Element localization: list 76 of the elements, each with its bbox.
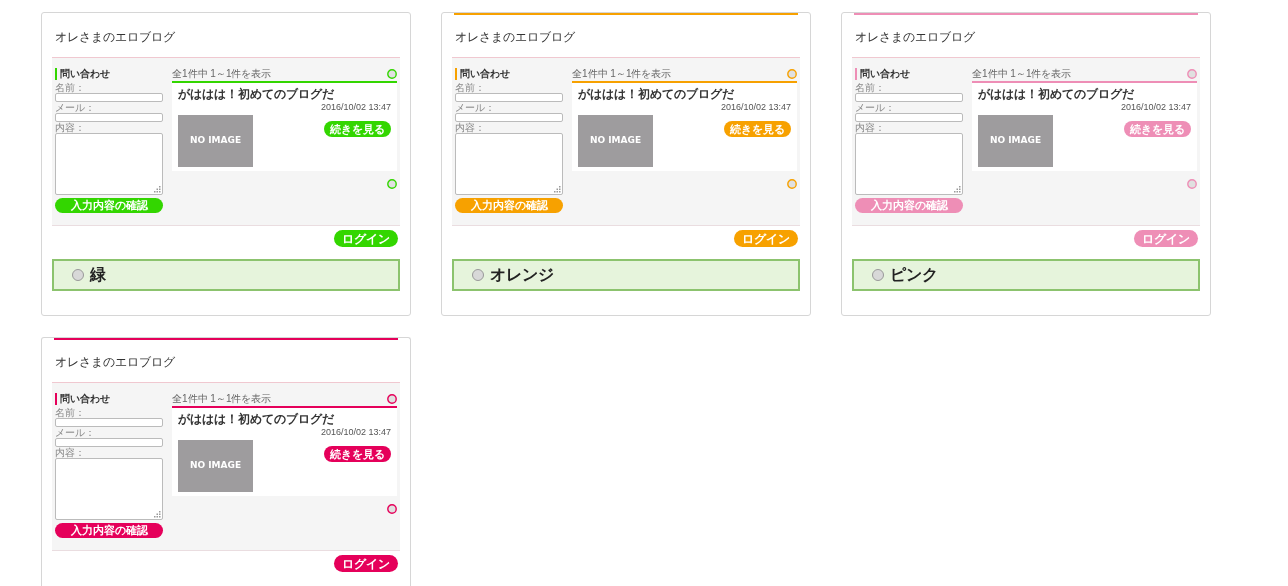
no-image-placeholder: NO IMAGE bbox=[178, 115, 253, 167]
textarea-field[interactable] bbox=[55, 133, 163, 195]
post-date: 2016/10/02 13:47 bbox=[1120, 102, 1191, 113]
input-field[interactable] bbox=[55, 418, 163, 427]
post-date: 2016/10/02 13:47 bbox=[320, 427, 391, 438]
textarea-field[interactable] bbox=[455, 133, 563, 195]
page-circle-icon[interactable] bbox=[787, 179, 797, 189]
no-image-placeholder: NO IMAGE bbox=[978, 115, 1053, 167]
field-label: メール： bbox=[55, 427, 96, 438]
page-circle-icon[interactable] bbox=[387, 179, 397, 189]
theme-card[interactable]: オレさまのエロブログ 問い合わせ 名前： メール： 内容： 入力内容の確認 全1件中 1～1件を表示 がははは！初めてのブログだ 2016/10/02 13:47 NO IMAGE 続きを見る ログイン 緑 bbox=[41, 12, 411, 316]
radio-button[interactable] bbox=[472, 269, 484, 281]
resize-grip-icon[interactable] bbox=[154, 186, 161, 193]
page-circle-icon[interactable] bbox=[1187, 179, 1197, 189]
page-circle-icon[interactable] bbox=[387, 69, 397, 79]
input-field[interactable] bbox=[55, 438, 163, 447]
blog-title: オレさまのエロブログ bbox=[55, 30, 175, 44]
theme-option[interactable]: ピンク bbox=[852, 259, 1200, 291]
radio-button[interactable] bbox=[72, 269, 84, 281]
theme-label: オレンジ bbox=[490, 265, 554, 285]
post-title: がははは！初めてのブログだ bbox=[178, 412, 335, 427]
textarea-field[interactable] bbox=[855, 133, 963, 195]
no-image-placeholder: NO IMAGE bbox=[578, 115, 653, 167]
post-date: 2016/10/02 13:47 bbox=[320, 102, 391, 113]
post-title: がははは！初めてのブログだ bbox=[178, 87, 335, 102]
contact-heading: 問い合わせ bbox=[55, 68, 163, 80]
theme-label: ピンク bbox=[890, 265, 938, 285]
resize-grip-icon[interactable] bbox=[954, 186, 961, 193]
field-label: 名前： bbox=[455, 82, 486, 93]
input-field[interactable] bbox=[855, 93, 963, 102]
confirm-button[interactable]: 入力内容の確認 bbox=[55, 523, 163, 538]
field-label: メール： bbox=[855, 102, 896, 113]
input-field[interactable] bbox=[455, 113, 563, 122]
page-circle-icon[interactable] bbox=[387, 504, 397, 514]
blog-title: オレさまのエロブログ bbox=[855, 30, 975, 44]
theme-label: 緑 bbox=[90, 265, 106, 285]
post-title: がははは！初めてのブログだ bbox=[978, 87, 1135, 102]
field-label: 内容： bbox=[855, 122, 886, 133]
theme-option[interactable]: 緑 bbox=[52, 259, 400, 291]
field-label: 名前： bbox=[55, 407, 86, 418]
theme-card[interactable]: オレさまのエロブログ 問い合わせ 名前： メール： 内容： 入力内容の確認 全1件中 1～1件を表示 がははは！初めてのブログだ 2016/10/02 13:47 NO IMAGE 続きを見る ログイン オレンジ bbox=[441, 12, 811, 316]
page-circle-icon[interactable] bbox=[787, 69, 797, 79]
contact-heading: 問い合わせ bbox=[55, 393, 163, 405]
input-field[interactable] bbox=[855, 113, 963, 122]
result-count: 全1件中 1～1件を表示 bbox=[172, 68, 272, 80]
theme-card[interactable]: オレさまのエロブログ 問い合わせ 名前： メール： 内容： 入力内容の確認 全1件中 1～1件を表示 がははは！初めてのブログだ 2016/10/02 13:47 NO IMAGE 続きを見る ログイン bbox=[41, 337, 411, 586]
post-title: がははは！初めてのブログだ bbox=[578, 87, 735, 102]
field-label: メール： bbox=[55, 102, 96, 113]
input-field[interactable] bbox=[455, 93, 563, 102]
field-label: 名前： bbox=[855, 82, 886, 93]
radio-button[interactable] bbox=[872, 269, 884, 281]
page-circle-icon[interactable] bbox=[387, 394, 397, 404]
page-circle-icon[interactable] bbox=[1187, 69, 1197, 79]
more-button[interactable]: 続きを見る bbox=[324, 446, 391, 462]
textarea-field[interactable] bbox=[55, 458, 163, 520]
input-field[interactable] bbox=[55, 93, 163, 102]
no-image-placeholder: NO IMAGE bbox=[178, 440, 253, 492]
field-label: 内容： bbox=[55, 122, 86, 133]
field-label: メール： bbox=[455, 102, 496, 113]
blog-title: オレさまのエロブログ bbox=[55, 355, 175, 369]
result-count: 全1件中 1～1件を表示 bbox=[572, 68, 672, 80]
result-count: 全1件中 1～1件を表示 bbox=[972, 68, 1072, 80]
resize-grip-icon[interactable] bbox=[554, 186, 561, 193]
blog-title: オレさまのエロブログ bbox=[455, 30, 575, 44]
field-label: 内容： bbox=[455, 122, 486, 133]
theme-option[interactable]: オレンジ bbox=[452, 259, 800, 291]
input-field[interactable] bbox=[55, 113, 163, 122]
result-count: 全1件中 1～1件を表示 bbox=[172, 393, 272, 405]
post-date: 2016/10/02 13:47 bbox=[720, 102, 791, 113]
login-button[interactable]: ログイン bbox=[334, 555, 398, 572]
contact-heading: 問い合わせ bbox=[455, 68, 563, 80]
contact-heading: 問い合わせ bbox=[855, 68, 963, 80]
field-label: 内容： bbox=[55, 447, 86, 458]
theme-card[interactable]: オレさまのエロブログ 問い合わせ 名前： メール： 内容： 入力内容の確認 全1件中 1～1件を表示 がははは！初めてのブログだ 2016/10/02 13:47 NO IMAGE 続きを見る ログイン ピンク bbox=[841, 12, 1211, 316]
field-label: 名前： bbox=[55, 82, 86, 93]
resize-grip-icon[interactable] bbox=[154, 511, 161, 518]
